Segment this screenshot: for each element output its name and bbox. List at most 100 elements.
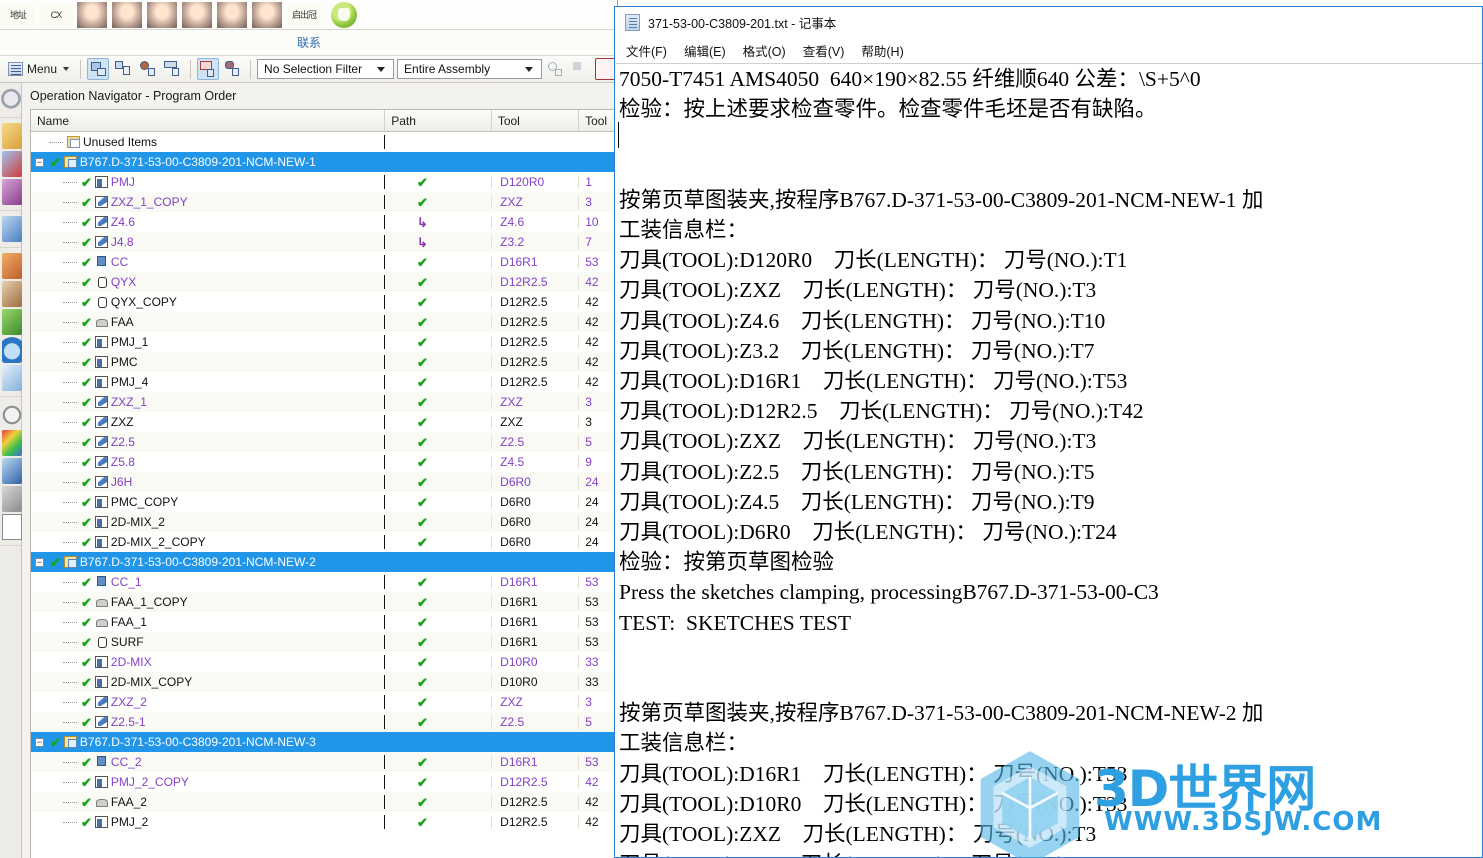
expand-collapse-icon[interactable]: −: [35, 557, 44, 567]
tree-item-row[interactable]: ✔ SURF ✔ D16R1 53: [31, 632, 617, 652]
pen-icon: [94, 476, 108, 488]
menu-item-format[interactable]: 格式(O): [743, 41, 786, 60]
generated-check-icon: ✔: [81, 715, 92, 729]
tree-item-row[interactable]: ✔ Z5.8 ✔ Z4.5 9: [31, 452, 617, 472]
tree-item-row[interactable]: ✔ PMJ_2_COPY ✔ D12R2.5 42: [31, 772, 617, 792]
machine-tool-icon[interactable]: [2, 281, 22, 307]
tree-item-row[interactable]: ✔ PMJ ✔ D120R0 1: [31, 172, 617, 192]
bookmark-thumb-5[interactable]: [217, 1, 247, 28]
tree-item-row[interactable]: ✔ QYX_COPY ✔ D12R2.5 42: [31, 292, 617, 312]
column-header-path[interactable]: Path: [385, 110, 492, 131]
tree-item-row[interactable]: ✔ PMC ✔ D12R2.5 42: [31, 352, 617, 372]
library-icon[interactable]: [2, 309, 22, 335]
menu-item-edit[interactable]: 编辑(E): [684, 41, 726, 60]
path-check-icon: ✔: [416, 254, 428, 270]
bookmark-thumb-1[interactable]: [77, 1, 107, 28]
cam-setup-icon[interactable]: [2, 253, 22, 279]
generated-check-icon: ✔: [81, 695, 92, 709]
history-clock-icon[interactable]: [2, 402, 22, 428]
menu-button[interactable]: Menu: [3, 60, 74, 78]
tree-item-row[interactable]: ✔ Z2.5-1 ✔ Z2.5 5: [31, 712, 617, 732]
tree-item-row[interactable]: ✔ PMC_COPY ✔ D6R0 24: [31, 492, 617, 512]
menu-item-view[interactable]: 查看(V): [803, 41, 845, 60]
tree-item-row[interactable]: ✔ 2D-MIX_COPY ✔ D10R0 33: [31, 672, 617, 692]
expand-collapse-icon[interactable]: −: [35, 737, 44, 747]
bookmark-thumb-4[interactable]: [182, 1, 212, 28]
tree-item-row[interactable]: ✔ FAA_1_COPY ✔ D16R1 53: [31, 592, 617, 612]
manufacturing-wizard-icon[interactable]: [2, 486, 22, 512]
thumbs-up-icon[interactable]: [331, 1, 357, 28]
tree-group-row[interactable]: − ✔ B767.D-371-53-00-C3809-201-NCM-NEW-3: [31, 732, 617, 752]
snap-curve-icon[interactable]: [570, 58, 592, 80]
tree-group-row[interactable]: − ✔ B767.D-371-53-00-C3809-201-NCM-NEW-1: [31, 152, 617, 172]
resource-bar-rail: [0, 83, 22, 858]
select-curve-icon[interactable]: [162, 58, 184, 80]
history-icon[interactable]: [1, 87, 21, 113]
process-studio-icon[interactable]: [2, 458, 22, 484]
tree-item-row[interactable]: ✔ FAA ✔ D12R2.5 42: [31, 312, 617, 332]
column-header-name[interactable]: Name: [31, 110, 386, 131]
selection-filter-dropdown[interactable]: No Selection Filter: [257, 59, 395, 79]
tree-row-label: Z2.5: [110, 435, 135, 449]
tree-item-row[interactable]: Unused Items: [31, 132, 617, 152]
tree-group-row[interactable]: − ✔ B767.D-371-53-00-C3809-201-NCM-NEW-2: [31, 552, 617, 572]
snap-point-icon[interactable]: [545, 58, 567, 80]
contact-link[interactable]: 联系: [297, 34, 321, 51]
bookmark-thumb-3[interactable]: [147, 1, 177, 28]
tree-item-row[interactable]: ✔ CC ✔ D16R1 53: [31, 252, 617, 272]
tree-item-row[interactable]: ✔ FAA_2 ✔ D12R2.5 42: [31, 792, 617, 812]
tree-item-row[interactable]: ✔ ZXZ_1_COPY ✔ ZXZ 3: [31, 192, 617, 212]
tree-item-row[interactable]: ✔ QYX ✔ D12R2.5 42: [31, 272, 617, 292]
tree-item-row[interactable]: ✔ FAA_1 ✔ D16R1 53: [31, 612, 617, 632]
select-edge-icon[interactable]: [197, 58, 220, 80]
tree-guide-line: [63, 341, 77, 343]
tree-row-tool-cell: D16R1: [492, 255, 580, 269]
select-feature-icon[interactable]: [112, 58, 134, 80]
assembly-scope-dropdown[interactable]: Entire Assembly: [397, 59, 543, 79]
generated-check-icon: ✔: [50, 155, 61, 169]
tree-item-row[interactable]: ✔ PMJ_4 ✔ D12R2.5 42: [31, 372, 617, 392]
tree-item-row[interactable]: ✔ Z2.5 ✔ Z2.5 5: [31, 432, 617, 452]
tree-item-row[interactable]: ✔ PMJ_2 ✔ D12R2.5 42: [31, 812, 617, 832]
mill-icon: [94, 176, 108, 188]
tree-item-row[interactable]: ✔ J4.8 ↳ Z3.2 7: [31, 232, 617, 252]
bookmark-thumb-2[interactable]: [112, 1, 142, 28]
html-help-icon[interactable]: [2, 365, 22, 391]
select-face-icon[interactable]: [137, 58, 159, 80]
tree-item-row[interactable]: ✔ CC_2 ✔ D16R1 53: [31, 752, 617, 772]
menu-item-file[interactable]: 文件(F): [626, 41, 667, 60]
bookmark-thumb-6[interactable]: [252, 1, 282, 28]
bookmark-text-1[interactable]: 地址: [1, 2, 35, 27]
menu-item-help[interactable]: 帮助(H): [861, 41, 903, 60]
tree-item-row[interactable]: ✔ ZXZ_2 ✔ ZXZ 3: [31, 692, 617, 712]
path-check-icon: ✔: [416, 814, 428, 830]
web-browser-icon[interactable]: [2, 337, 22, 363]
roleset-icon[interactable]: [2, 514, 22, 540]
tree-item-row[interactable]: ✔ PMJ_1 ✔ D12R2.5 42: [31, 332, 617, 352]
tree-item-row[interactable]: ✔ Z4.6 ↳ Z4.6 10: [31, 212, 617, 232]
bookmark-text-3[interactable]: 启出冠: [287, 2, 321, 27]
select-general-icon[interactable]: [87, 58, 110, 80]
tree-item-row[interactable]: ✔ 2D-MIX_2 ✔ D6R0 24: [31, 512, 617, 532]
tree-item-row[interactable]: ✔ ZXZ ✔ ZXZ 3: [31, 412, 617, 432]
tree-row-tool-cell: D16R1: [492, 755, 580, 769]
reuse-library-icon[interactable]: [2, 216, 22, 242]
tree-item-row[interactable]: ✔ CC_1 ✔ D16R1 53: [31, 572, 617, 592]
tree-row-tool-cell: Z3.2: [492, 235, 580, 249]
palette-icon[interactable]: [2, 430, 22, 456]
toolbar-separator-2: [190, 59, 192, 79]
part-navigator-icon[interactable]: [2, 179, 22, 205]
notepad-title-bar[interactable]: 371-53-00-C3809-201.txt - 记事本: [615, 7, 1482, 38]
select-body-icon[interactable]: [222, 58, 244, 80]
tree-item-row[interactable]: ✔ 2D-MIX ✔ D10R0 33: [31, 652, 617, 672]
notepad-text-area[interactable]: 7050-T7451 AMS4050 640×190×82.55 纤维顺640 …: [616, 63, 1482, 857]
tree-item-row[interactable]: ✔ ZXZ_1 ✔ ZXZ 3: [31, 392, 617, 412]
tree-item-row[interactable]: ✔ J6H ✔ D6R0 24: [31, 472, 617, 492]
assembly-navigator-icon[interactable]: [2, 123, 22, 149]
bookmark-text-2[interactable]: CX: [39, 2, 73, 27]
tree-item-row[interactable]: ✔ 2D-MIX_2_COPY ✔ D6R0 24: [31, 532, 617, 552]
expand-collapse-icon[interactable]: −: [35, 157, 44, 167]
column-header-tool[interactable]: Tool: [492, 110, 580, 131]
constraint-navigator-icon[interactable]: [2, 151, 22, 177]
column-header-tool2[interactable]: Tool: [579, 110, 617, 131]
